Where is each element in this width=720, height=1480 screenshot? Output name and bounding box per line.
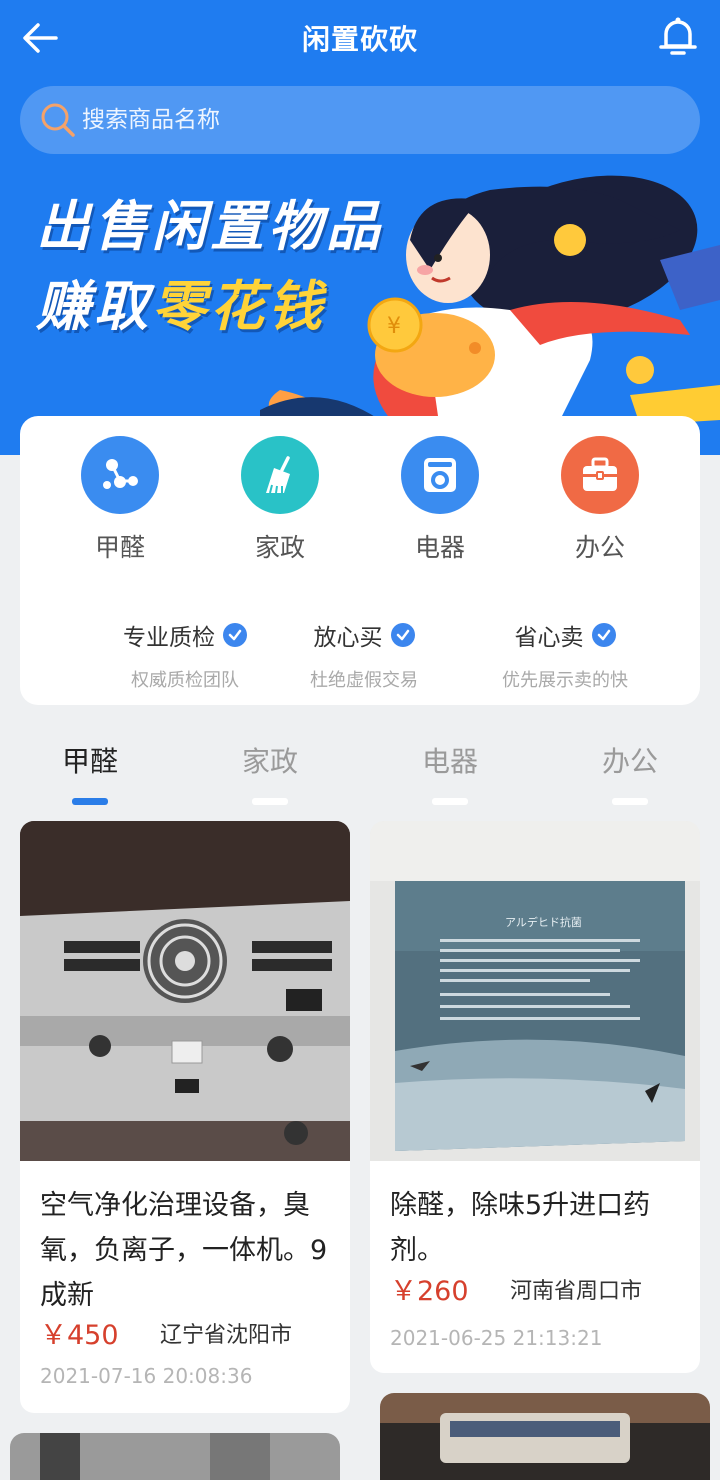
tab-indicator [432,798,468,805]
product-date: 2021-07-16 20:08:36 [40,1364,253,1388]
briefcase-icon [583,457,617,491]
top-bar: 闲置砍砍 [0,0,720,76]
feature-title: 专业质检 [123,625,215,651]
check-badge-icon [223,623,247,647]
molecule-icon [103,459,138,489]
feature-title: 放心买 [313,625,383,651]
search-input[interactable] [82,86,662,154]
promo-banner[interactable]: 出售闲置物品 赚取零花钱 ¥ [0,160,720,455]
product-price: ￥260 [390,1276,469,1307]
washing-machine-icon [424,458,456,492]
tab-indicator [72,798,108,805]
tab-label: 办公 [601,745,658,778]
svg-text:¥: ¥ [387,314,401,339]
feature-safe-buy: 放心买 杜绝虚假交易 [264,618,464,692]
header: 闲置砍砍 出售闲置物品 赚取零花钱 [0,0,720,455]
category-icon-circle [401,436,479,514]
category-label: 办公 [574,533,625,562]
tab-label: 甲醛 [61,745,118,778]
category-icon-circle [241,436,319,514]
category-appliances[interactable]: 电器 [380,436,500,564]
girl-with-piggy-bank-illustration: ¥ [260,175,720,455]
product-card[interactable] [380,1393,710,1480]
category-housekeeping[interactable]: 家政 [220,436,340,564]
bell-icon [659,17,697,55]
tab-label: 电器 [421,745,478,778]
product-card[interactable] [10,1433,340,1480]
feature-professional-inspection: 专业质检 权威质检团队 [85,618,285,692]
search-bar[interactable] [20,86,700,154]
category-icon-circle [561,436,639,514]
tab-housekeeping[interactable]: 家政 [210,740,330,805]
product-price-row: ￥260 河南省周口市 [390,1269,684,1308]
product-card[interactable]: 空气净化治理设备，臭氧，负离子，一体机。9成新 ￥450 辽宁省沈阳市 2021… [20,821,350,1413]
check-badge-icon [591,623,616,647]
category-icon-circle [81,436,159,514]
broom-icon [266,456,290,494]
tab-office[interactable]: 办公 [570,740,690,805]
category-label: 电器 [414,533,465,562]
feature-subtitle: 杜绝虚假交易 [310,670,418,691]
product-date: 2021-06-25 21:13:21 [390,1326,603,1350]
product-image [10,1433,340,1480]
notification-button[interactable] [656,14,700,60]
feature-subtitle: 权威质检团队 [131,670,239,691]
feature-easy-sell: 省心卖 优先展示卖的快 [465,618,665,692]
product-price-row: ￥450 辽宁省沈阳市 [40,1313,334,1352]
tab-formaldehyde[interactable]: 甲醛 [30,740,150,805]
category-card: 甲醛 家政 电器 办公 专业质检 权威质检团队 放心买 杜绝虚假交易 省心卖 优… [20,416,700,705]
tab-indicator [252,798,288,805]
search-icon [41,103,75,137]
category-label: 家政 [254,533,305,562]
product-card[interactable]: アルデヒド抗菌 除醛，除味5升进口药剂。 ￥260 河南省周口市 2021-06… [370,821,700,1373]
feature-title: 省心卖 [514,625,584,651]
category-office[interactable]: 办公 [540,436,660,564]
product-image-air-purifier [20,821,350,1161]
tab-appliances[interactable]: 电器 [390,740,510,805]
page-title: 闲置砍砍 [301,23,418,56]
product-location: 河南省周口市 [510,1278,643,1304]
category-tabs: 甲醛 家政 电器 办公 [0,740,720,810]
tab-label: 家政 [241,745,298,778]
product-image [380,1393,710,1480]
product-location: 辽宁省沈阳市 [160,1322,293,1348]
product-price: ￥450 [40,1320,119,1351]
product-image-formaldehyde-agent: アルデヒド抗菌 [370,821,700,1161]
product-title: 空气净化治理设备，臭氧，负离子，一体机。9成新 [40,1190,328,1311]
tab-indicator [612,798,648,805]
svg-text:アルデヒド抗菌: アルデヒド抗菌 [505,915,582,929]
category-formaldehyde[interactable]: 甲醛 [60,436,180,564]
banner-slogan-prefix: 赚取 [36,275,152,338]
product-title: 除醛，除味5升进口药剂。 [390,1190,651,1266]
category-label: 甲醛 [94,533,145,562]
check-badge-icon [390,623,415,647]
feature-subtitle: 优先展示卖的快 [502,670,628,691]
